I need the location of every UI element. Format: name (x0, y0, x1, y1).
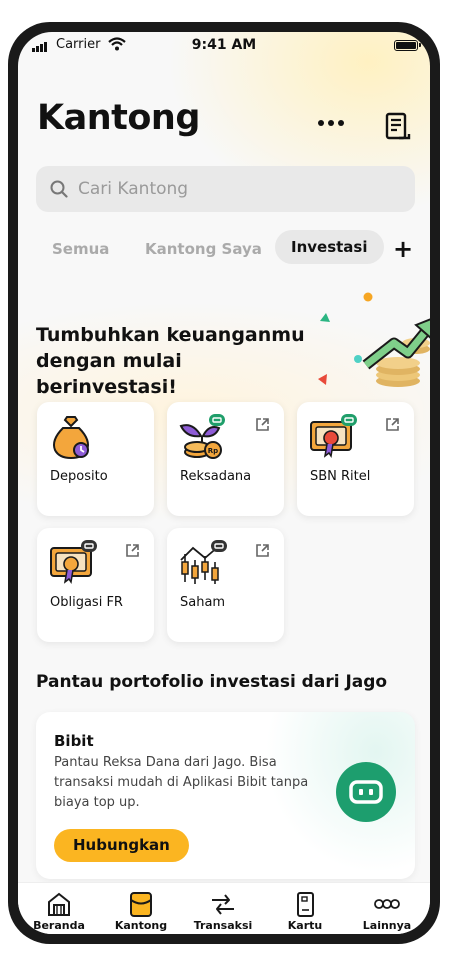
nav-label: Beranda (33, 919, 85, 932)
product-card-deposito[interactable]: Deposito (37, 402, 154, 516)
product-label: Deposito (50, 469, 108, 484)
bottom-navigation: Beranda Kantong Transaksi Kartu Lainnya (18, 882, 430, 934)
nav-label: Transaksi (193, 919, 253, 932)
product-label: SBN Ritel (310, 469, 371, 484)
phone-frame: Carrier 9:41 AM Kantong Cari Kantong Sem… (8, 22, 440, 944)
transfer-icon (212, 894, 234, 915)
battery-icon (394, 40, 421, 51)
bibit-description: Pantau Reksa Dana dari Jago. Bisa transa… (54, 755, 309, 810)
more-circles-icon (374, 899, 400, 909)
bibit-card: Bibit Pantau Reksa Dana dari Jago. Bisa … (36, 712, 415, 879)
portfolio-section-title: Pantau portofolio investasi dari Jago (36, 672, 388, 692)
search-icon (50, 180, 68, 198)
page-title: Kantong (37, 98, 200, 138)
external-link-icon (126, 544, 139, 557)
certificate-icon (310, 414, 357, 458)
bibit-logo-icon (336, 762, 396, 822)
money-bag-icon (53, 416, 89, 460)
tab-semua[interactable]: Semua (52, 240, 109, 258)
more-options-icon[interactable] (318, 120, 344, 126)
nav-item-kartu[interactable]: Kartu (264, 883, 346, 932)
search-placeholder: Cari Kantong (78, 179, 189, 199)
receipt-icon[interactable] (382, 112, 412, 142)
product-label: Saham (180, 595, 226, 610)
external-link-icon (256, 544, 269, 557)
plant-coins-icon: Rp (179, 414, 225, 459)
nav-label: Kantong (114, 919, 168, 932)
status-bar: Carrier 9:41 AM (18, 32, 430, 58)
add-tab-icon[interactable]: + (393, 235, 413, 263)
card-icon (297, 892, 314, 917)
svg-text:Rp: Rp (208, 447, 218, 455)
product-label: Obligasi FR (50, 595, 123, 610)
product-label: Reksadana (180, 469, 252, 484)
connect-button[interactable]: Hubungkan (54, 829, 189, 862)
product-card-obligasi-fr[interactable]: Obligasi FR (37, 528, 154, 642)
home-icon (48, 892, 70, 916)
nav-item-beranda[interactable]: Beranda (18, 883, 100, 932)
status-time: 9:41 AM (191, 37, 257, 53)
tab-investasi[interactable]: Investasi (275, 230, 384, 264)
nav-label: Kartu (287, 919, 323, 932)
wallet-icon (130, 892, 152, 917)
nav-item-kantong[interactable]: Kantong (100, 883, 182, 932)
nav-item-transaksi[interactable]: Transaksi (182, 883, 264, 932)
product-card-reksadana[interactable]: Rp Reksadana (167, 402, 284, 516)
external-link-icon (386, 418, 399, 431)
growth-coins-illustration (318, 292, 430, 387)
product-card-sbn-ritel[interactable]: SBN Ritel (297, 402, 414, 516)
external-link-icon (256, 418, 269, 431)
app-screen: Carrier 9:41 AM Kantong Cari Kantong Sem… (18, 32, 430, 934)
nav-label: Lainnya (362, 919, 412, 932)
nav-item-lainnya[interactable]: Lainnya (346, 883, 428, 932)
hero-heading: Tumbuhkan keuanganmu dengan mulai berinv… (36, 324, 305, 398)
bond-certificate-icon (50, 540, 97, 584)
tab-kantong-saya[interactable]: Kantong Saya (145, 240, 262, 258)
bibit-title: Bibit (54, 732, 94, 750)
search-input[interactable]: Cari Kantong (36, 166, 415, 212)
candlestick-chart-icon (180, 540, 227, 584)
product-card-saham[interactable]: Saham (167, 528, 284, 642)
